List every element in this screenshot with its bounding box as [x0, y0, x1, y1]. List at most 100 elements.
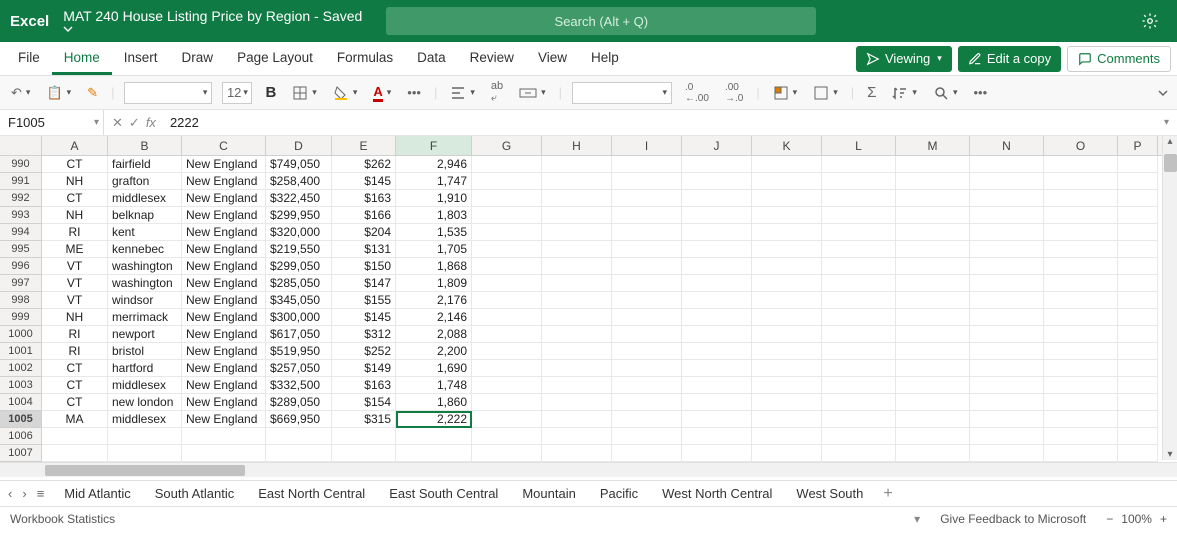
cell[interactable]	[1044, 292, 1118, 309]
cell[interactable]: New England	[182, 377, 266, 394]
cell[interactable]: $320,000	[266, 224, 332, 241]
cell[interactable]	[612, 275, 682, 292]
cell[interactable]	[752, 241, 822, 258]
cell[interactable]	[612, 224, 682, 241]
cell[interactable]	[896, 224, 970, 241]
cell[interactable]: New England	[182, 360, 266, 377]
cell[interactable]	[682, 190, 752, 207]
cell[interactable]	[542, 343, 612, 360]
zoom-out-button[interactable]: −	[1106, 512, 1113, 526]
column-header-B[interactable]: B	[108, 136, 182, 155]
cell[interactable]	[182, 445, 266, 462]
cell[interactable]	[612, 394, 682, 411]
cell[interactable]	[1118, 241, 1158, 258]
cell[interactable]: bristol	[108, 343, 182, 360]
sheet-tab-east-north-central[interactable]: East North Central	[248, 483, 375, 504]
select-all-corner[interactable]	[0, 136, 42, 155]
autosum-button[interactable]: Σ	[864, 82, 879, 103]
cell[interactable]	[266, 428, 332, 445]
cell[interactable]	[612, 173, 682, 190]
vertical-scrollbar[interactable]: ▴ ▾	[1162, 136, 1177, 460]
column-header-P[interactable]: P	[1118, 136, 1158, 155]
cell[interactable]	[1118, 360, 1158, 377]
cell[interactable]	[612, 377, 682, 394]
cell[interactable]	[472, 394, 542, 411]
cell[interactable]	[1118, 258, 1158, 275]
cell[interactable]	[970, 258, 1044, 275]
cell[interactable]: New England	[182, 224, 266, 241]
cell[interactable]	[970, 207, 1044, 224]
cell[interactable]	[682, 326, 752, 343]
cell[interactable]	[472, 377, 542, 394]
cell[interactable]: belknap	[108, 207, 182, 224]
cell[interactable]: washington	[108, 275, 182, 292]
scroll-down-icon[interactable]: ▾	[1167, 449, 1172, 460]
document-title[interactable]: MAT 240 House Listing Price by Region - …	[63, 8, 368, 34]
cell[interactable]	[542, 156, 612, 173]
cell[interactable]: new london	[108, 394, 182, 411]
comments-button[interactable]: Comments	[1067, 46, 1171, 72]
cell[interactable]	[1118, 224, 1158, 241]
cell[interactable]: middlesex	[108, 377, 182, 394]
column-header-H[interactable]: H	[542, 136, 612, 155]
cell[interactable]	[896, 343, 970, 360]
collapse-ribbon-icon[interactable]	[1157, 87, 1169, 99]
cell[interactable]	[472, 190, 542, 207]
cell[interactable]	[896, 258, 970, 275]
cell[interactable]	[542, 428, 612, 445]
cell[interactable]	[822, 207, 896, 224]
column-header-E[interactable]: E	[332, 136, 396, 155]
sheet-tab-east-south-central[interactable]: East South Central	[379, 483, 508, 504]
cell[interactable]: New England	[182, 207, 266, 224]
cell[interactable]: New England	[182, 190, 266, 207]
cell[interactable]	[542, 445, 612, 462]
cell[interactable]	[42, 445, 108, 462]
cell[interactable]	[1044, 394, 1118, 411]
cell[interactable]	[822, 394, 896, 411]
cell[interactable]	[822, 292, 896, 309]
cell[interactable]	[1044, 173, 1118, 190]
cell[interactable]: $219,550	[266, 241, 332, 258]
cell[interactable]	[1118, 190, 1158, 207]
column-header-N[interactable]: N	[970, 136, 1044, 155]
zoom-level[interactable]: 100%	[1121, 512, 1152, 526]
cell[interactable]: $145	[332, 309, 396, 326]
cell[interactable]	[472, 428, 542, 445]
cell[interactable]	[752, 343, 822, 360]
cell[interactable]	[1044, 224, 1118, 241]
cell[interactable]	[472, 156, 542, 173]
cell[interactable]: $204	[332, 224, 396, 241]
cell[interactable]	[1118, 173, 1158, 190]
undo-button[interactable]: ↶▾	[8, 83, 33, 103]
cell[interactable]	[542, 292, 612, 309]
row-header[interactable]: 998	[0, 292, 42, 309]
cell[interactable]	[1044, 326, 1118, 343]
cell[interactable]	[472, 207, 542, 224]
cell[interactable]	[822, 258, 896, 275]
row-header[interactable]: 1003	[0, 377, 42, 394]
cell-styles-button[interactable]: ▾	[810, 83, 841, 103]
cell[interactable]	[682, 360, 752, 377]
chevron-down-icon[interactable]	[63, 24, 368, 34]
cell[interactable]	[896, 377, 970, 394]
wrap-text-button[interactable]: ab⤶	[488, 78, 506, 107]
row-header[interactable]: 991	[0, 173, 42, 190]
cell[interactable]	[970, 411, 1044, 428]
sheet-tab-mid-atlantic[interactable]: Mid Atlantic	[54, 483, 140, 504]
cell[interactable]	[542, 224, 612, 241]
cell[interactable]	[752, 207, 822, 224]
row-header[interactable]: 997	[0, 275, 42, 292]
cell[interactable]	[752, 445, 822, 462]
cell[interactable]	[682, 224, 752, 241]
cell[interactable]	[822, 156, 896, 173]
align-button[interactable]: ▾	[447, 84, 478, 102]
add-sheet-button[interactable]: +	[883, 485, 892, 503]
decrease-decimal-button[interactable]: .0←.00	[682, 80, 712, 106]
fill-color-button[interactable]: ▾	[330, 83, 361, 103]
cell[interactable]: 1,748	[396, 377, 472, 394]
cell[interactable]	[1044, 360, 1118, 377]
cell[interactable]	[1118, 428, 1158, 445]
cell[interactable]: RI	[42, 343, 108, 360]
cell[interactable]	[752, 428, 822, 445]
cell[interactable]	[1044, 275, 1118, 292]
